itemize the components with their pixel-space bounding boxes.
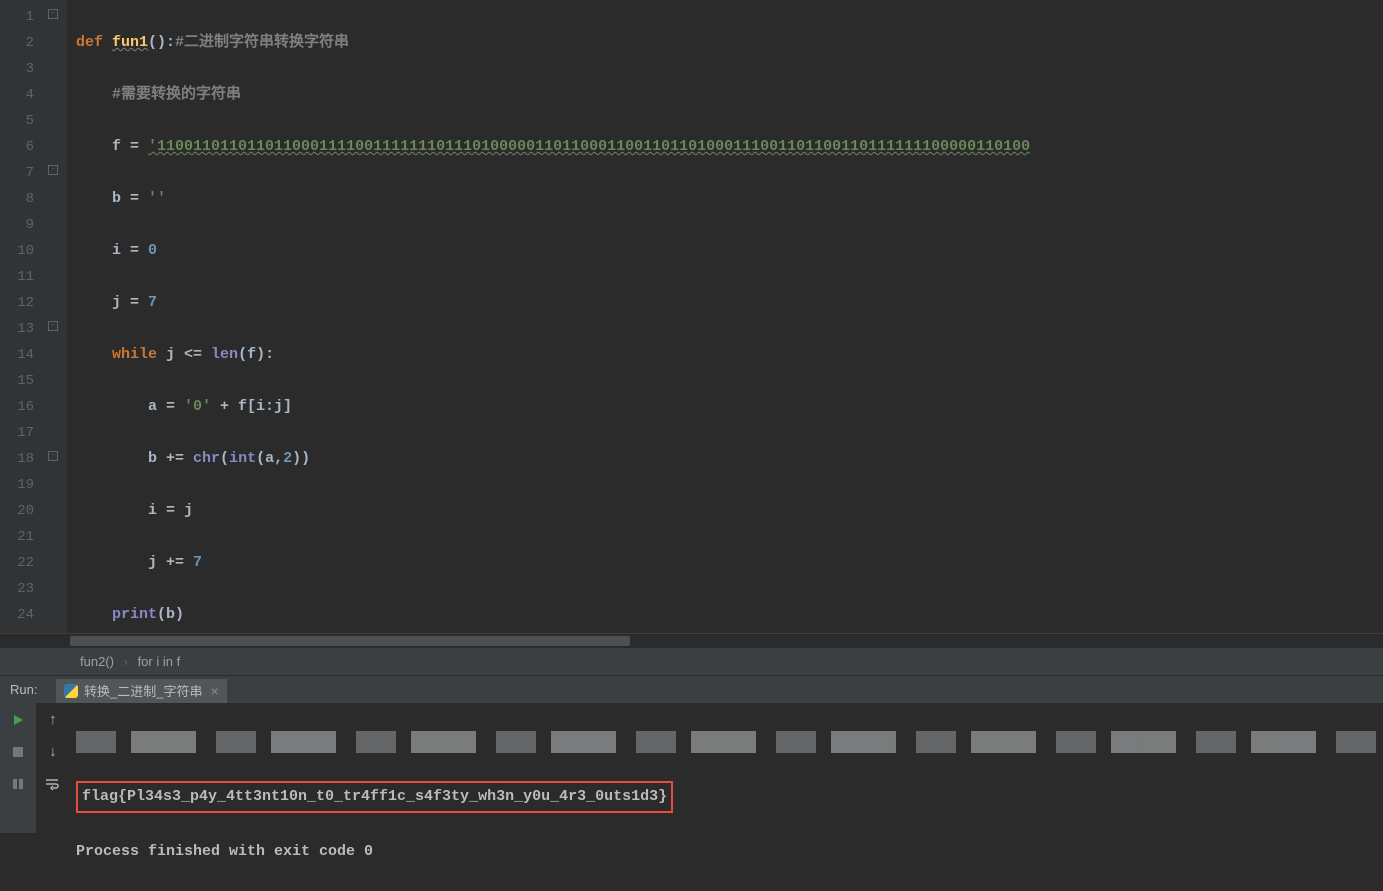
fold-column[interactable]: - - - - (44, 0, 68, 633)
redacted-line (76, 731, 1377, 753)
close-icon[interactable]: × (210, 683, 218, 699)
run-label: Run: (0, 682, 56, 697)
breadcrumb[interactable]: fun2() › for i in f (0, 647, 1383, 675)
stop-button[interactable] (7, 741, 29, 763)
pause-button[interactable] (7, 773, 29, 795)
exit-message: Process finished with exit code 0 (76, 843, 373, 860)
run-console: ↑ ↓ flag{Pl34s3_p4y_4tt3nt10n_t0_tr4ff1c… (0, 703, 1383, 833)
editor-area: 1 2 3 4 5 6 7 8 9 10 11 12 13 14 15 16 1… (0, 0, 1383, 633)
fold-marker-icon[interactable]: - (48, 451, 58, 461)
arrow-down-icon[interactable]: ↓ (42, 741, 64, 763)
run-tab-label: 转换_二进制_字符串 (84, 681, 202, 700)
code-editor[interactable]: def fun1():#二进制字符串转换字符串 #需要转换的字符串 f = '1… (68, 0, 1383, 633)
run-tab[interactable]: 转换_二进制_字符串 × (56, 679, 227, 703)
fold-marker-icon[interactable]: - (48, 165, 58, 175)
fold-marker-icon[interactable]: - (48, 9, 58, 19)
breadcrumb-item[interactable]: fun2() (80, 654, 114, 669)
python-icon (64, 684, 78, 698)
line-number-gutter: 1 2 3 4 5 6 7 8 9 10 11 12 13 14 15 16 1… (0, 0, 44, 633)
soft-wrap-icon[interactable] (42, 773, 64, 795)
run-toolbar-left (0, 703, 36, 833)
rerun-button[interactable] (7, 709, 29, 731)
run-toolbar-nav: ↑ ↓ (36, 703, 70, 833)
highlighted-output: flag{Pl34s3_p4y_4tt3nt10n_t0_tr4ff1c_s4f… (76, 781, 673, 813)
breadcrumb-item[interactable]: for i in f (138, 654, 181, 669)
fold-marker-icon[interactable]: - (48, 321, 58, 331)
console-output[interactable]: flag{Pl34s3_p4y_4tt3nt10n_t0_tr4ff1c_s4f… (70, 703, 1383, 833)
horizontal-scrollbar[interactable] (0, 633, 1383, 647)
run-toolwindow-header: Run: 转换_二进制_字符串 × (0, 675, 1383, 703)
chevron-right-icon: › (124, 654, 128, 669)
arrow-up-icon[interactable]: ↑ (42, 709, 64, 731)
scrollbar-thumb[interactable] (70, 636, 630, 646)
